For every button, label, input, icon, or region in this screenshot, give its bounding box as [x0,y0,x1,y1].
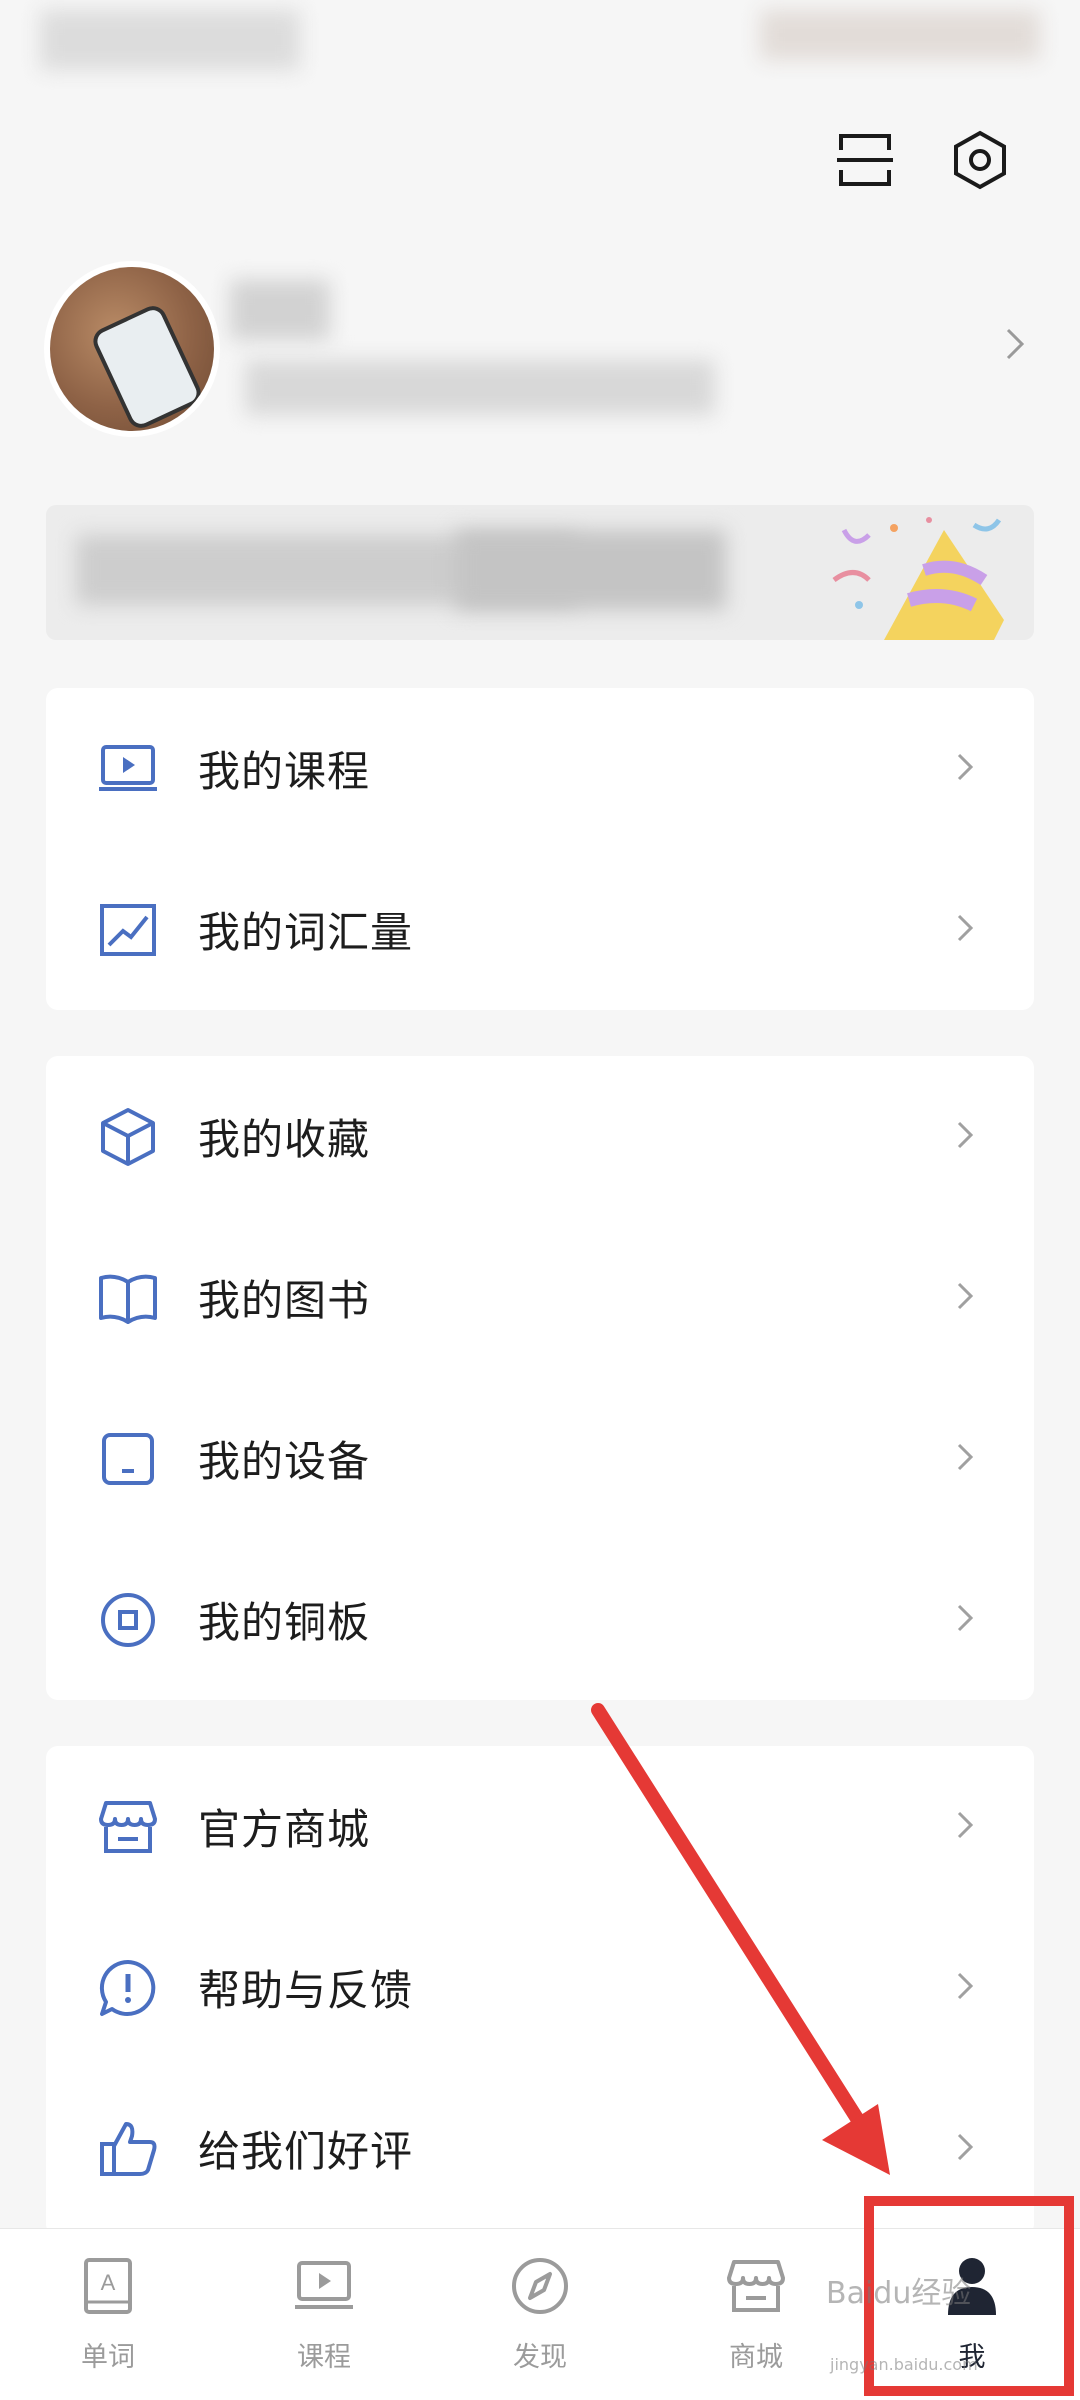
menu-item-my-collection[interactable]: 我的收藏 [46,1056,1034,1217]
chevron-right-icon [956,1120,974,1154]
menu-card-2: 我的收藏 我的图书 我的设备 我的铜板 [46,1056,1034,1700]
tab-label: 商城 [729,2342,783,2373]
menu-item-my-books[interactable]: 我的图书 [46,1217,1034,1378]
svg-text:A: A [101,2270,116,2295]
menu-item-official-store[interactable]: 官方商城 [46,1746,1034,1907]
chevron-right-icon [956,752,974,786]
vocabulary-chart-icon [94,896,162,964]
menu-label: 帮助与反馈 [198,1966,414,2015]
thumbs-up-icon [94,2115,162,2183]
watermark-url: jingyan.baidu.com [830,2355,978,2374]
avatar[interactable] [50,267,214,431]
tab-discover[interactable]: 发现 [432,2229,648,2400]
menu-item-my-coins[interactable]: 我的铜板 [46,1539,1034,1700]
menu-label: 我的图书 [198,1276,371,1325]
word-book-icon: A [73,2251,143,2321]
store-icon [94,1793,162,1861]
tab-words[interactable]: A 单词 [0,2229,216,2400]
shop-icon [721,2251,791,2321]
promo-banner[interactable] [46,505,1034,640]
tab-label: 发现 [513,2342,567,2373]
help-feedback-icon [94,1954,162,2022]
profile-header[interactable] [0,255,1080,435]
user-info-redacted [245,360,715,415]
party-popper-icon [832,517,1004,640]
menu-label: 我的设备 [198,1437,371,1486]
chevron-right-icon [956,1442,974,1476]
tab-courses[interactable]: 课程 [216,2229,432,2400]
username-redacted [230,280,330,340]
menu-item-my-devices[interactable]: 我的设备 [46,1378,1034,1539]
menu-card-1: 我的课程 我的词汇量 [46,688,1034,1010]
menu-item-help-feedback[interactable]: 帮助与反馈 [46,1907,1034,2068]
device-icon [94,1425,162,1493]
course-screen-icon [94,735,162,803]
menu-label: 官方商城 [198,1805,371,1854]
status-bar [0,0,1080,90]
chevron-right-icon [956,1281,974,1315]
chevron-right-icon [1005,327,1025,365]
tab-shop[interactable]: 商城 [648,2229,864,2400]
tab-label: 课程 [297,2342,351,2373]
menu-label: 我的课程 [198,747,371,796]
scan-icon[interactable] [825,120,905,200]
menu-item-my-courses[interactable]: 我的课程 [46,688,1034,849]
menu-label: 我的收藏 [198,1115,371,1164]
menu-label: 我的铜板 [198,1598,371,1647]
book-icon [94,1264,162,1332]
settings-icon[interactable] [940,120,1020,200]
chevron-right-icon [956,913,974,947]
menu-label: 给我们好评 [198,2127,414,2176]
collection-box-icon [94,1103,162,1171]
menu-item-my-vocabulary[interactable]: 我的词汇量 [46,849,1034,1010]
header-actions [780,120,1080,200]
menu-card-3: 官方商城 帮助与反馈 给我们好评 [46,1746,1034,2236]
chevron-right-icon [956,1810,974,1844]
coin-icon [94,1586,162,1654]
course-icon [289,2251,359,2321]
chevron-right-icon [956,1971,974,2005]
chevron-right-icon [956,2132,974,2166]
compass-icon [505,2251,575,2321]
tab-label: 单词 [81,2342,135,2373]
menu-label: 我的词汇量 [198,908,414,957]
chevron-right-icon [956,1603,974,1637]
watermark-brand: Baidu经验 [826,2276,972,2311]
